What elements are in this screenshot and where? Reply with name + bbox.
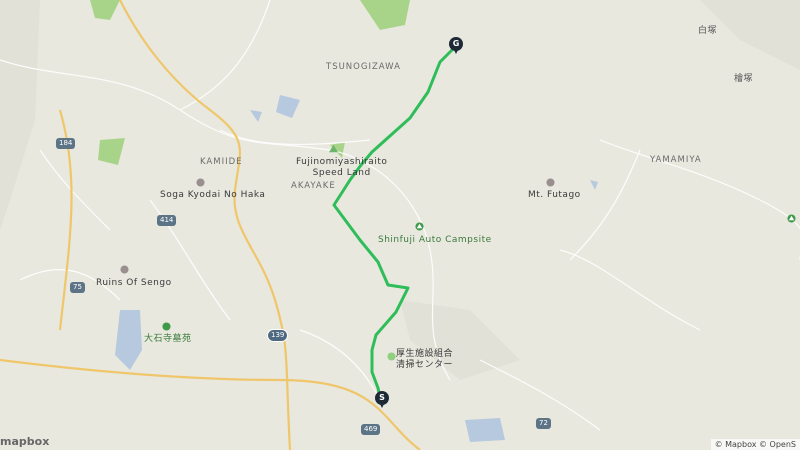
- place-yamamiya: YAMAMIYA: [650, 155, 702, 165]
- campsite-icon: [415, 222, 424, 231]
- road-shield-414: 414: [157, 215, 177, 226]
- poi-oishiji[interactable]: 大石寺墓苑: [144, 334, 192, 345]
- cemetery-icon: [162, 322, 171, 331]
- road-shield-75: 75: [70, 282, 85, 293]
- road-shield-184: 184: [56, 138, 76, 149]
- poi-kosei-center[interactable]: 厚生施設組合 清掃センター: [396, 349, 453, 371]
- goal-marker[interactable]: G: [449, 37, 463, 54]
- place-kamiide: KAMIIDE: [200, 157, 243, 167]
- water: [115, 95, 598, 442]
- road-shield-139: 139: [267, 329, 289, 342]
- ruins-icon: [120, 265, 129, 274]
- map-view[interactable]: TSUNOGIZAWA KAMIIDE AKAYAKE YAMAMIYA Fuj…: [0, 0, 800, 450]
- park-icon: [329, 145, 338, 153]
- place-akayake: AKAYAKE: [291, 181, 336, 191]
- place-tsunogizawa: TSUNOGIZAWA: [326, 62, 401, 72]
- poi-mt-futago[interactable]: Mt. Futago: [528, 190, 581, 201]
- place-hinokizuka: 檜塚: [734, 74, 754, 84]
- poi-fujinomiya-speed-land[interactable]: Fujinomiyashiraito Speed Land: [296, 157, 387, 179]
- poi-soga-kyodai[interactable]: Soga Kyodai No Haka: [160, 190, 265, 201]
- place-shiratsuka: 白塚: [698, 26, 718, 36]
- road-shield-72: 72: [536, 418, 551, 429]
- attribution[interactable]: © Mapbox © OpenS: [710, 439, 800, 450]
- facility-icon: [387, 352, 396, 361]
- start-marker[interactable]: S: [375, 391, 389, 408]
- poi-shinfuji-campsite[interactable]: Shinfuji Auto Campsite: [378, 235, 492, 246]
- mapbox-logo[interactable]: mapbox: [0, 435, 49, 448]
- poi-ruins-of-sengo[interactable]: Ruins Of Sengo: [96, 278, 172, 289]
- peak-icon: [546, 178, 555, 187]
- campsite-icon-edge: [787, 214, 796, 223]
- monument-icon: [196, 178, 205, 187]
- road-shield-469: 469: [361, 424, 381, 435]
